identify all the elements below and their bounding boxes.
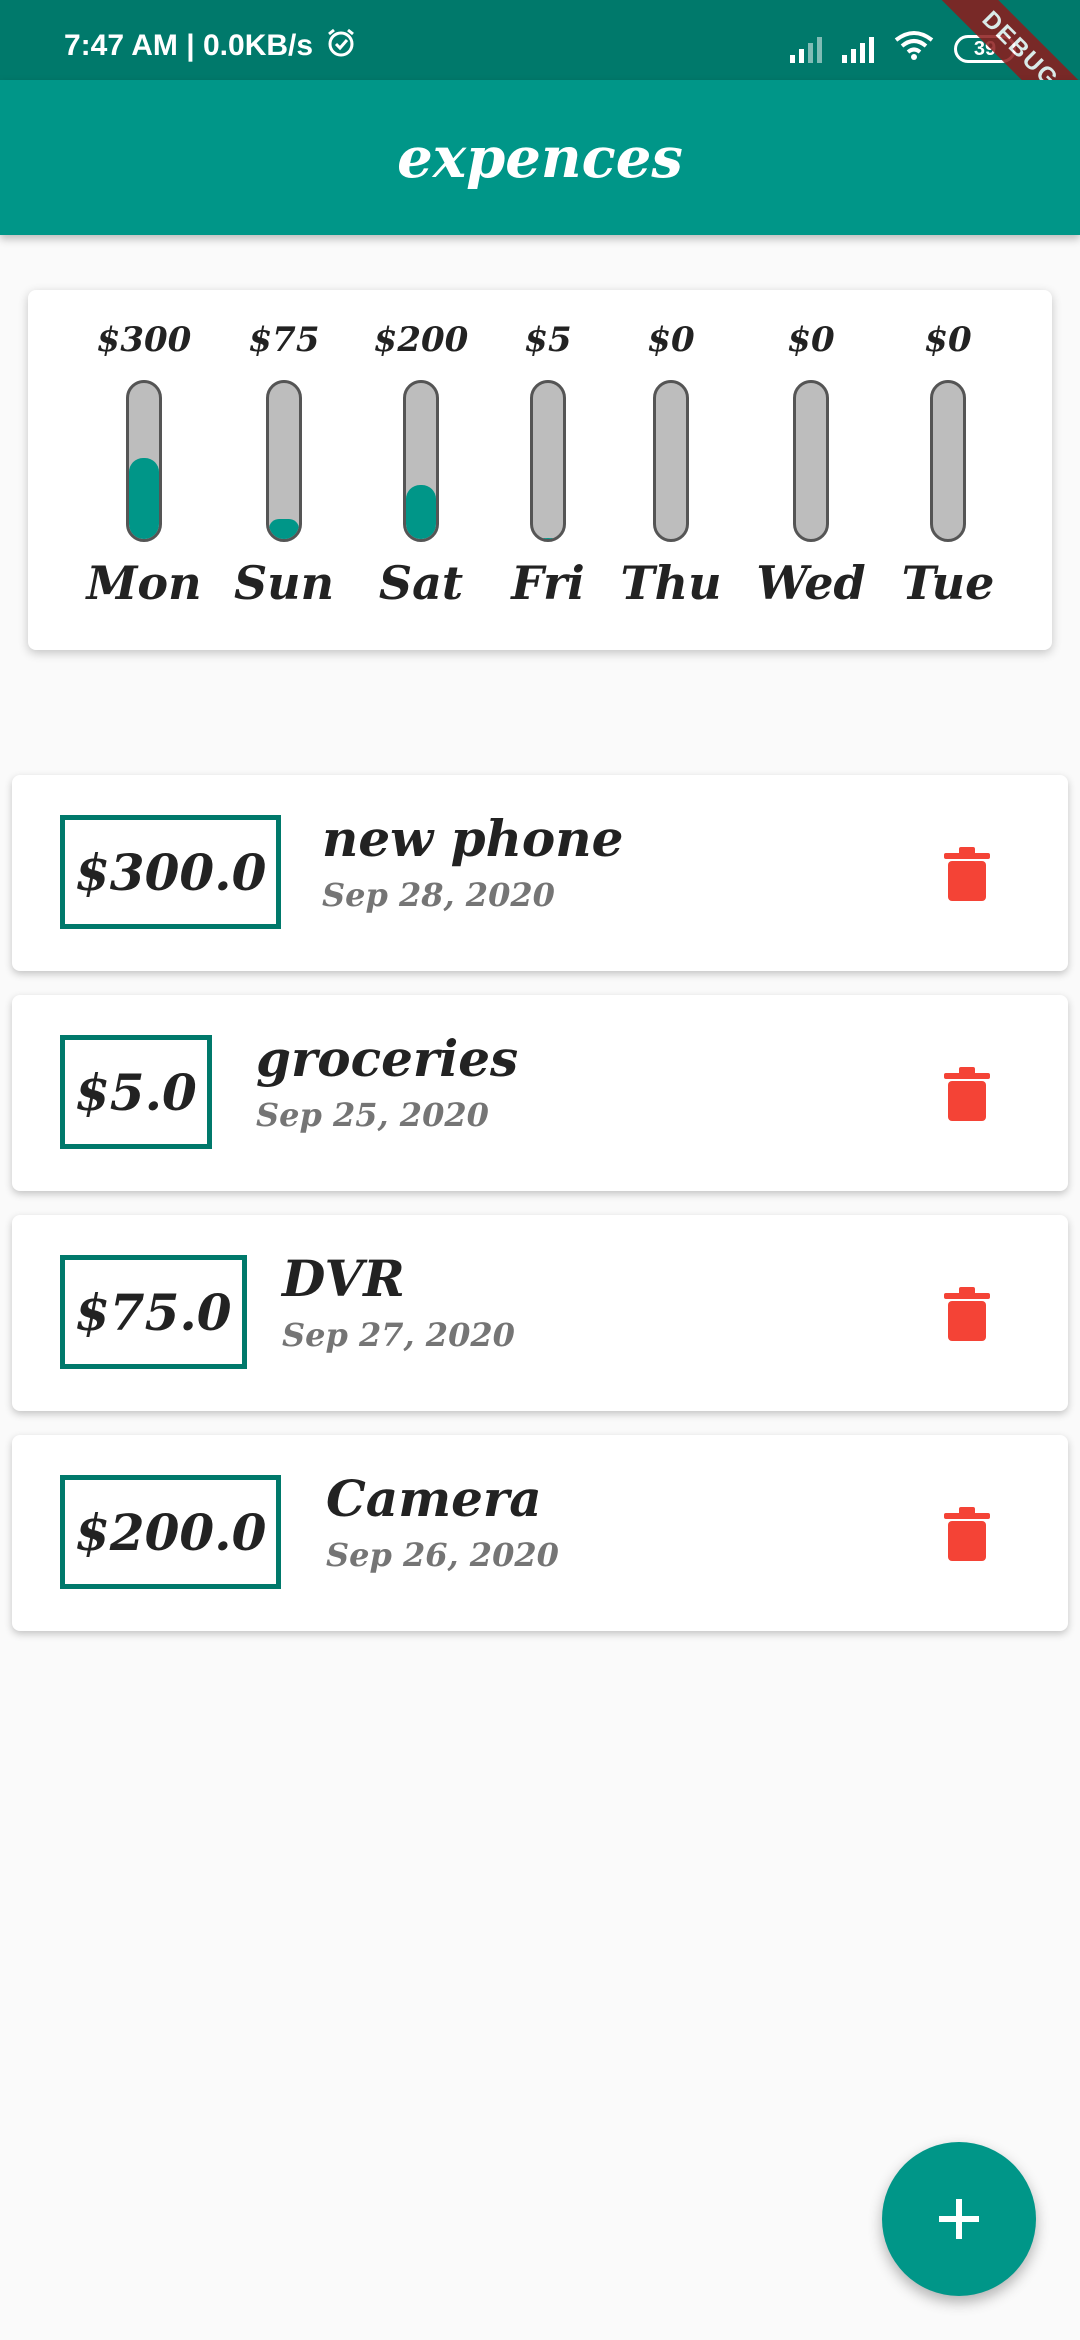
- weekly-chart-card: $300 Mon $75 Sun $200 Sat $5 Fri $0 Thu $0 Wed $0 Tue: [28, 290, 1052, 650]
- bar-track: [653, 380, 689, 542]
- bar-value-label: $0: [647, 320, 695, 360]
- app-bar: expences: [0, 80, 1080, 235]
- plus-icon: [939, 2199, 979, 2239]
- bar-value-label: $200: [373, 320, 469, 360]
- transaction-card: $200.0 Camera Sep 26, 2020: [12, 1435, 1068, 1631]
- transaction-amount: $200.0: [60, 1475, 282, 1589]
- wifi-icon: [894, 30, 934, 68]
- transaction-date: Sep 27, 2020: [282, 1316, 515, 1354]
- transaction-card: $5.0 groceries Sep 25, 2020: [12, 995, 1068, 1191]
- bar-track: [930, 380, 966, 542]
- bar-track: [793, 380, 829, 542]
- transaction-text: Camera Sep 26, 2020: [326, 1469, 559, 1574]
- bar-track: [403, 380, 439, 542]
- delete-button[interactable]: [944, 1067, 990, 1121]
- bar-value-label: $0: [787, 320, 835, 360]
- delete-button[interactable]: [944, 1287, 990, 1341]
- transaction-title: new phone: [322, 809, 624, 868]
- transaction-date: Sep 28, 2020: [322, 876, 555, 914]
- bar-day-label: Mon: [86, 556, 202, 610]
- bar-fill: [129, 458, 159, 539]
- transaction-date: Sep 26, 2020: [326, 1536, 559, 1574]
- trash-icon: [944, 1067, 990, 1121]
- bar-day-label: Tue: [901, 556, 995, 610]
- bar-track: [266, 380, 302, 542]
- bar-value-label: $0: [924, 320, 972, 360]
- add-expense-button[interactable]: [882, 2142, 1036, 2296]
- bar-fill: [406, 485, 436, 539]
- transaction-date: Sep 25, 2020: [256, 1096, 489, 1134]
- signal-icon: [842, 35, 874, 63]
- transaction-amount: $300.0: [60, 815, 282, 929]
- delete-button[interactable]: [944, 847, 990, 901]
- status-time: 7:47 AM | 0.0KB/s: [64, 29, 314, 62]
- alarm-icon: [325, 26, 357, 66]
- transaction-text: DVR Sep 27, 2020: [282, 1249, 515, 1354]
- bar-track: [126, 380, 162, 542]
- transaction-title: groceries: [256, 1029, 519, 1088]
- status-left: 7:47 AM | 0.0KB/s: [64, 26, 357, 66]
- bar-fill: [533, 537, 563, 539]
- bar-day-label: Sun: [233, 556, 335, 610]
- bar-value-label: $75: [248, 320, 320, 360]
- transaction-card: $300.0 new phone Sep 28, 2020: [12, 775, 1068, 971]
- transaction-text: new phone Sep 28, 2020: [322, 809, 623, 914]
- app-title: expences: [397, 124, 683, 191]
- trash-icon: [944, 1287, 990, 1341]
- transaction-text: groceries Sep 25, 2020: [256, 1029, 518, 1134]
- signal-icon: [790, 35, 822, 63]
- bar-value-label: $5: [524, 320, 572, 360]
- transaction-amount: $5.0: [60, 1035, 212, 1149]
- transaction-amount: $75.0: [60, 1255, 247, 1369]
- transaction-card: $75.0 DVR Sep 27, 2020: [12, 1215, 1068, 1411]
- transaction-title: DVR: [282, 1249, 405, 1308]
- transaction-title: Camera: [326, 1469, 542, 1528]
- bar-day-label: Thu: [620, 556, 722, 610]
- status-bar: 7:47 AM | 0.0KB/s 39 DEBUG: [0, 0, 1080, 80]
- bar-day-label: Wed: [756, 556, 866, 610]
- bar-value-label: $300: [96, 320, 192, 360]
- delete-button[interactable]: [944, 1507, 990, 1561]
- bar-track: [530, 380, 566, 542]
- bar-fill: [269, 518, 299, 539]
- trash-icon: [944, 847, 990, 901]
- trash-icon: [944, 1507, 990, 1561]
